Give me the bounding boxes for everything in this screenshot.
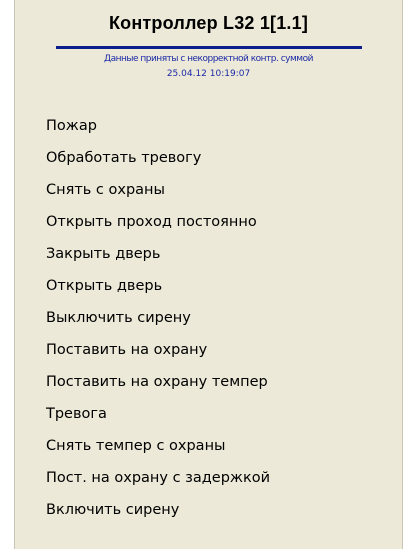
menu-item-disarm[interactable]: Снять с охраны (15, 174, 402, 206)
menu-item-open-door[interactable]: Открыть дверь (15, 270, 402, 302)
menu-item-siren-on[interactable]: Включить сирену (15, 494, 402, 526)
menu-item-fire[interactable]: Пожар (15, 110, 402, 142)
menu-item-arm-tamper[interactable]: Поставить на охрану темпер (15, 366, 402, 398)
menu-item-arm[interactable]: Поставить на охрану (15, 334, 402, 366)
menu-item-open-passage-permanently[interactable]: Открыть проход постоянно (15, 206, 402, 238)
menu-item-alarm[interactable]: Тревога (15, 398, 402, 430)
menu-header: Контроллер L32 1[1.1] Данные приняты с н… (15, 0, 402, 103)
menu-item-arm-with-delay[interactable]: Пост. на охрану с задержкой (15, 462, 402, 494)
menu-items: Пожар Обработать тревогу Снять с охраны … (15, 110, 402, 526)
status-message: Данные приняты с некорректной контр. сум… (104, 54, 313, 64)
controller-title: Контроллер L32 1[1.1] (108, 13, 309, 33)
menu-item-close-door[interactable]: Закрыть дверь (15, 238, 402, 270)
context-menu: Контроллер L32 1[1.1] Данные приняты с н… (14, 0, 403, 549)
menu-item-siren-off[interactable]: Выключить сирену (15, 302, 402, 334)
menu-item-process-alarm[interactable]: Обработать тревогу (15, 142, 402, 174)
status-timestamp: 25.04.12 10:19:07 (166, 69, 251, 79)
menu-item-disarm-tamper[interactable]: Снять темпер с охраны (15, 430, 402, 462)
title-underline (56, 46, 362, 49)
